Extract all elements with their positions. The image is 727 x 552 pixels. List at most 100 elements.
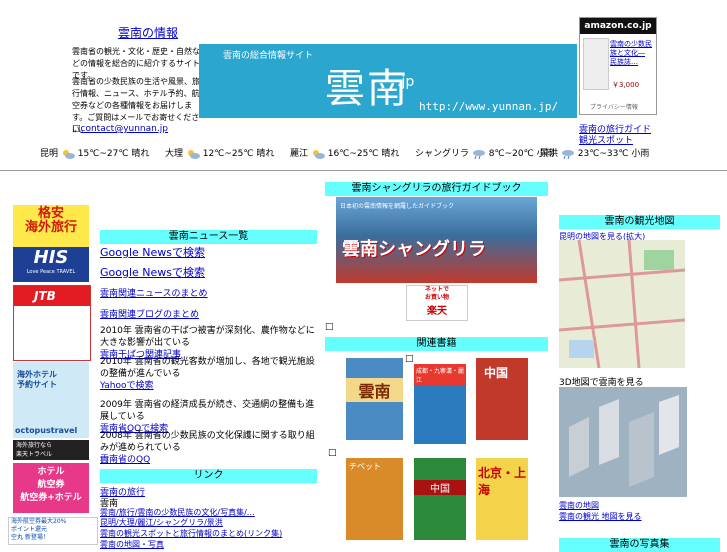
weather-item: 景洪 23℃~33℃ 小雨	[540, 148, 649, 160]
books-heading: 関連書籍	[325, 337, 548, 351]
weather-city: 昆明	[40, 149, 59, 159]
news-link-google-1[interactable]: Google Newsで検索	[100, 244, 205, 260]
links-heading: リンク	[100, 469, 317, 483]
weather-condition: 小雨	[631, 149, 650, 159]
weather-temp: 12℃~25℃	[202, 149, 254, 159]
rakuten-ad-text: ネットで お買い物	[424, 286, 449, 301]
weather-item: 麗江 16℃~25℃ 晴れ	[290, 148, 399, 160]
weather-temp: 15℃~27℃	[77, 149, 129, 159]
weather-item: 昆明 15℃~27℃ 晴れ	[40, 148, 149, 160]
news-item-text: 2009年 雲南省の経済成長が続き、交通網の整備も進展している	[100, 400, 315, 422]
rakuten-ad-brand: 楽天	[427, 306, 447, 317]
ad-octopus-brand: octopustravel	[15, 426, 78, 435]
weather-temp: 8℃~20℃	[488, 149, 534, 159]
banner-subtitle: 雲南の総合情報サイト	[223, 51, 314, 61]
map-heading: 雲南の観光地図	[559, 215, 720, 229]
amazon-footer[interactable]: プライバシー情報	[590, 102, 638, 111]
book-title: 中国	[484, 366, 509, 380]
news-link-summary[interactable]: 雲南関連ニュースのまとめ	[100, 286, 208, 299]
ad-air-ticket[interactable]: 海外航空券最大20% ポイント還元 空丸 新登場！	[8, 517, 98, 545]
partly-cloudy-icon	[311, 149, 325, 159]
weather-item: 大理 12℃~25℃ 晴れ	[165, 148, 274, 160]
ad-hotel-air-text: ホテル 航空券 航空券+ホテル	[20, 467, 82, 503]
weather-city: シャングリラ	[415, 149, 470, 159]
weather-temp: 23℃~33℃	[577, 149, 629, 159]
photo-heading: 雲南の写真集	[559, 538, 720, 552]
book-cover[interactable]: 成都・九寨溝・麗江	[414, 364, 466, 444]
news-item: 2008年 雲南省の少数民族の文化保護に関する取り組みが進められている 雲南省の…	[100, 430, 317, 466]
ad-octopus[interactable]: 海外ホテル 予約サイト octopustravel	[13, 362, 89, 438]
bullet-icon: □	[325, 322, 334, 332]
banner-url: http://www.yunnan.jp/	[419, 100, 559, 113]
book-title: 中国	[414, 480, 466, 495]
amazon-widget[interactable]: amazon.co.jp 雲南の少数民族と文化― 民族誌… ￥3,000 プライ…	[579, 17, 657, 115]
banner-domain: .jp	[397, 74, 415, 90]
news-link-blogs[interactable]: 雲南関連ブログのまとめ	[100, 307, 199, 320]
book-cover[interactable]: チベット	[346, 458, 403, 540]
news-item-text: 2010年 雲南省の観光客数が増加し、各地で観光施設の整備が進んでいる	[100, 357, 315, 379]
map-3d-graphic	[559, 387, 687, 497]
links-line[interactable]: 昆明/大理/麗江/シャングリラ/景洪	[100, 517, 223, 528]
bullet-icon: □	[328, 448, 337, 458]
book-title: チベット	[349, 462, 381, 471]
amazon-logo: amazon.co.jp	[580, 18, 656, 34]
links-line[interactable]: 雲南の観光スポットと旅行情報のまとめ(リンク集)	[100, 528, 282, 539]
weather-temp: 16℃~25℃	[327, 149, 379, 159]
news-item-link[interactable]: Yahooで検索	[100, 381, 154, 391]
ad-his-headline: 格安 海外旅行	[13, 205, 89, 247]
news-heading: 雲南ニュース一覧	[100, 230, 317, 244]
ad-octopus-text: 海外ホテル 予約サイト	[17, 370, 57, 389]
weather-city: 景洪	[540, 149, 559, 159]
contact-row: □contact@yunnan.jp	[72, 124, 168, 134]
book-title: 雲南	[346, 378, 403, 402]
shangrila-banner-top: 日本初の雲南情報を網羅したガイドブック	[340, 203, 455, 210]
rain-icon	[472, 149, 486, 159]
weather-condition: 晴れ	[256, 149, 275, 159]
weather-condition: 晴れ	[131, 149, 150, 159]
shangrila-book-banner[interactable]: 日本初の雲南情報を網羅したガイドブック 雲南シャングリラ	[336, 197, 537, 283]
book-title: 北京・上海	[478, 466, 527, 497]
ad-his[interactable]: 格安 海外旅行 HIS Love Peace TRAVEL	[13, 205, 89, 282]
bullet-icon: □	[405, 354, 414, 364]
site-banner[interactable]: 雲南の総合情報サイト 雲南 .jp http://www.yunnan.jp/	[199, 44, 577, 118]
book-cover[interactable]: 雲南	[346, 358, 403, 440]
weather-item: シャングリラ 8℃~20℃ 小雨	[415, 148, 555, 160]
right-link-2[interactable]: 観光スポット	[579, 133, 633, 146]
contact-email-link[interactable]: contact@yunnan.jp	[81, 124, 168, 134]
weather-city: 麗江	[290, 149, 309, 159]
amazon-book-thumb[interactable]	[583, 38, 609, 90]
weather-row: 昆明 15℃~27℃ 晴れ 大理 12℃~25℃ 晴れ 麗江 16℃~25℃ 晴…	[0, 148, 727, 162]
ad-hotel-air[interactable]: ホテル 航空券 航空券+ホテル	[13, 463, 89, 513]
partly-cloudy-icon	[61, 149, 75, 159]
news-item-text: 2010年 雲南省の干ばつ被害が深刻化、農作物などに大きな影響が出ている	[100, 326, 315, 348]
news-item: 2010年 雲南省の観光客数が増加し、各地で観光施設の整備が進んでいる Yaho…	[100, 356, 317, 392]
rain-icon	[561, 149, 575, 159]
book-cover[interactable]: 北京・上海	[476, 458, 528, 540]
news-link-google-2[interactable]: Google Newsで検索	[100, 264, 205, 280]
bullet-icon: □	[100, 456, 109, 466]
news-item-text: 2008年 雲南省の少数民族の文化保護に関する取り組みが進められている	[100, 431, 315, 453]
ad-rakuten-travel-text: 海外旅行なら 楽天トラベル	[16, 442, 53, 458]
divider	[0, 170, 727, 171]
ad-his-brand: HIS	[33, 247, 69, 268]
partly-cloudy-icon	[186, 149, 200, 159]
map-link-a[interactable]: 雲南の地図	[559, 500, 599, 511]
shangrila-banner-title: 雲南シャングリラ	[342, 239, 486, 260]
weather-city: 大理	[165, 149, 184, 159]
ad-jtb-logo: JTB	[14, 286, 90, 306]
guide-heading: 雲南シャングリラの旅行ガイドブック	[325, 182, 548, 196]
ad-rakuten-travel[interactable]: 海外旅行なら 楽天トラベル	[13, 440, 89, 460]
rakuten-ad[interactable]: ネットで お買い物 楽天	[406, 285, 468, 321]
ad-air-ticket-text: 海外航空券最大20% ポイント還元 空丸 新登場！	[11, 518, 67, 541]
book-title: 成都・九寨溝・麗江	[414, 364, 466, 386]
book-cover[interactable]: 中国	[414, 458, 466, 540]
amazon-item-title[interactable]: 雲南の少数民族と文化― 民族誌…	[610, 40, 656, 67]
book-cover[interactable]: 中国	[476, 358, 528, 440]
map-link-b[interactable]: 雲南の観光 地図を見る	[559, 511, 642, 522]
city-map[interactable]	[559, 240, 685, 368]
map-3d-image[interactable]	[559, 387, 687, 497]
site-title-link[interactable]: 雲南の情報	[118, 24, 178, 41]
ad-jtb[interactable]: JTB	[13, 285, 91, 361]
ad-his-tagline: Love Peace TRAVEL	[26, 269, 76, 275]
map-graphic	[559, 240, 685, 368]
